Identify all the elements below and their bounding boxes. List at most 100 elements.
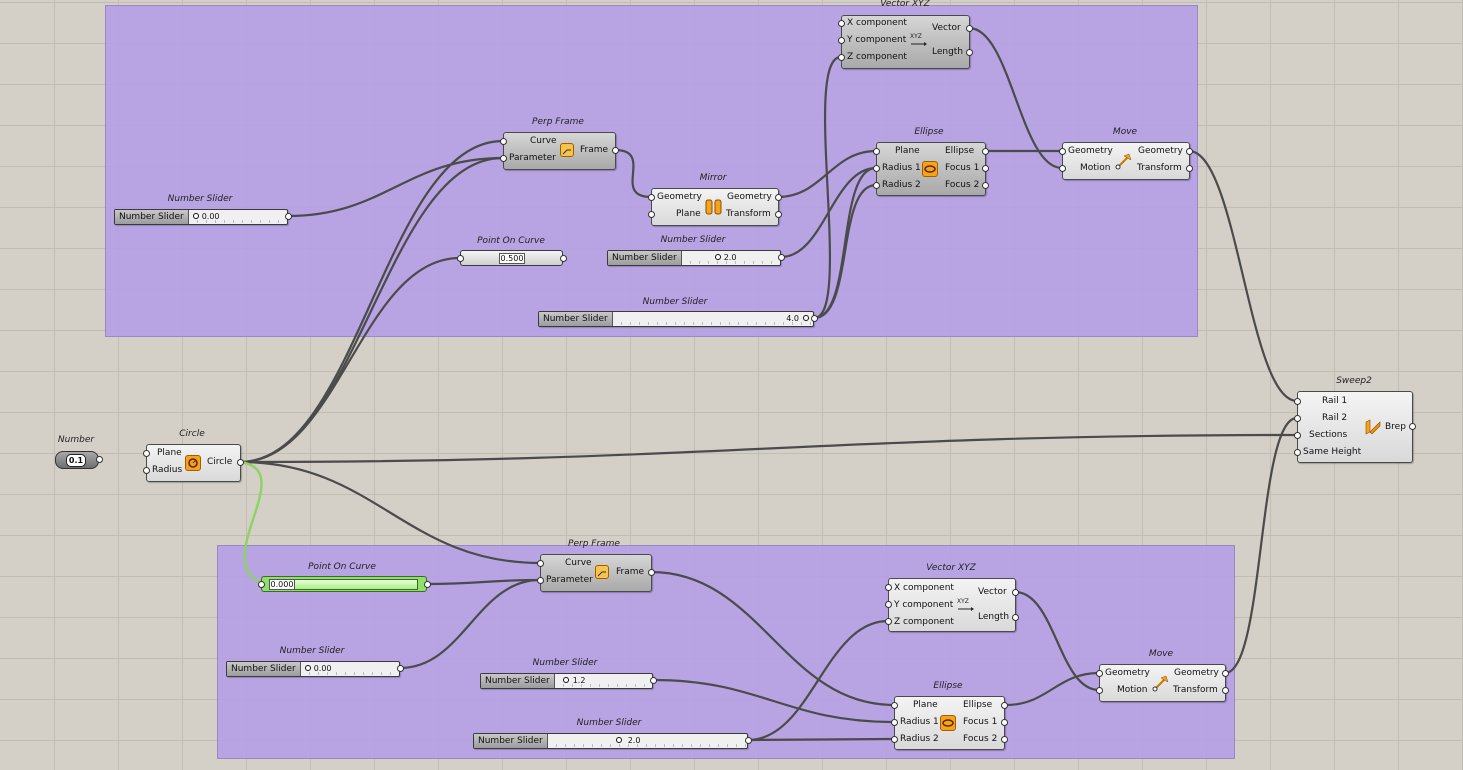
circle-component[interactable]: Plane Radius Circle: [146, 444, 241, 482]
port-circle-out[interactable]: [237, 459, 244, 466]
group-top[interactable]: [105, 5, 1198, 337]
mirror-component[interactable]: Geometry Plane Geometry Transform: [651, 188, 779, 226]
ellipse-component[interactable]: Plane Radius 1 Radius 2 Ellipse Focus 1 …: [876, 142, 986, 196]
point-on-curve[interactable]: 0.000: [261, 576, 427, 592]
port-geometry-in[interactable]: [648, 194, 655, 201]
vector-xyz-component[interactable]: X component Y component Z component Vect…: [888, 578, 1016, 632]
port-radius1-in[interactable]: [891, 719, 898, 726]
port-transform-out[interactable]: [775, 211, 782, 218]
port-y-component[interactable]: [885, 601, 892, 608]
number-slider[interactable]: Number Slider 1.2: [480, 673, 653, 689]
point-on-curve[interactable]: 0.500: [460, 250, 563, 266]
port-x-component[interactable]: [838, 20, 845, 27]
port-brep-out[interactable]: [1409, 423, 1416, 430]
slider-track[interactable]: 4.0: [612, 312, 813, 326]
port-vector-out[interactable]: [1012, 589, 1019, 596]
port-plane-in[interactable]: [143, 450, 150, 457]
port-x-component[interactable]: [885, 584, 892, 591]
port-motion-in[interactable]: [1059, 165, 1066, 172]
perp-frame-component[interactable]: Curve Parameter Frame: [540, 554, 652, 592]
perp-frame-component[interactable]: Curve Parameter Frame: [503, 132, 616, 170]
port-slider-out[interactable]: [745, 737, 752, 744]
port-radius1-in[interactable]: [873, 165, 880, 172]
port-slider-out[interactable]: [778, 254, 785, 261]
port-rail2-in[interactable]: [1294, 415, 1301, 422]
slider-knob[interactable]: [304, 665, 311, 671]
port-geometry-out[interactable]: [775, 194, 782, 201]
port-same-height-in[interactable]: [1294, 449, 1301, 456]
sweep2-component[interactable]: Rail 1 Rail 2 Sections Same Height Brep: [1297, 391, 1413, 463]
port-focus2-out[interactable]: [982, 182, 989, 189]
slider-knob[interactable]: [562, 677, 569, 683]
port-parameter-in[interactable]: [537, 577, 544, 584]
output-label: Transform: [1173, 685, 1218, 695]
ellipse-component[interactable]: Plane Radius 1 Radius 2 Ellipse Focus 1 …: [894, 696, 1005, 750]
port-geometry-in[interactable]: [1096, 670, 1103, 677]
port-transform-out[interactable]: [1186, 165, 1193, 172]
port-ellipse-out[interactable]: [982, 148, 989, 155]
port-geometry-out[interactable]: [1222, 670, 1229, 677]
port-poc-in[interactable]: [457, 255, 464, 262]
port-slider-out[interactable]: [811, 315, 818, 322]
port-frame-out[interactable]: [612, 147, 619, 154]
port-plane-in[interactable]: [891, 702, 898, 709]
point-on-curve-value[interactable]: 0.500: [499, 253, 525, 264]
number-slider[interactable]: Number Slider 2.0: [607, 250, 781, 266]
port-rail1-in[interactable]: [1294, 398, 1301, 405]
slider-track[interactable]: 2.0: [681, 251, 780, 265]
port-plane-in[interactable]: [873, 148, 880, 155]
wire[interactable]: [1224, 416, 1298, 675]
port-slider-out[interactable]: [650, 677, 657, 684]
slider-knob[interactable]: [616, 737, 623, 743]
port-vector-out[interactable]: [966, 25, 973, 32]
port-number-out[interactable]: [96, 456, 103, 463]
vector-xyz-component[interactable]: X component Y component Z component Vect…: [841, 15, 970, 69]
number-slider[interactable]: Number Slider 4.0: [538, 311, 814, 327]
port-radius2-in[interactable]: [873, 182, 880, 189]
port-slider-out[interactable]: [397, 665, 404, 672]
port-length-out[interactable]: [966, 49, 973, 56]
number-slider[interactable]: Number Slider 0.00: [226, 661, 400, 677]
port-plane-in[interactable]: [648, 211, 655, 218]
port-sections-in[interactable]: [1294, 432, 1301, 439]
move-component[interactable]: Geometry Motion Geometry Transform: [1062, 142, 1190, 180]
port-frame-out[interactable]: [648, 569, 655, 576]
port-poc-out[interactable]: [424, 581, 431, 588]
slider-track[interactable]: 2.0: [547, 734, 747, 748]
port-focus1-out[interactable]: [982, 165, 989, 172]
point-on-curve-value[interactable]: 0.000: [269, 579, 295, 590]
port-curve-in[interactable]: [537, 560, 544, 567]
slider-track[interactable]: 0.00: [188, 210, 287, 224]
port-motion-in[interactable]: [1096, 687, 1103, 694]
input-label: Z component: [847, 52, 907, 62]
port-z-component[interactable]: [838, 54, 845, 61]
port-z-component[interactable]: [885, 618, 892, 625]
port-parameter-in[interactable]: [500, 155, 507, 162]
slider-track[interactable]: 1.2: [554, 674, 652, 688]
perp-frame-icon: [595, 565, 609, 579]
port-ellipse-out[interactable]: [1001, 702, 1008, 709]
wire[interactable]: [239, 433, 1298, 464]
number-param[interactable]: 0.1: [55, 451, 99, 469]
port-poc-in[interactable]: [258, 581, 265, 588]
slider-track[interactable]: 0.00: [300, 662, 399, 676]
number-slider[interactable]: Number Slider 2.0: [473, 733, 748, 749]
port-geometry-out[interactable]: [1186, 148, 1193, 155]
slider-knob[interactable]: [192, 213, 199, 219]
port-slider-out[interactable]: [285, 213, 292, 220]
wire[interactable]: [1188, 149, 1298, 403]
slider-knob[interactable]: [802, 315, 809, 321]
port-y-component[interactable]: [838, 37, 845, 44]
port-geometry-in[interactable]: [1059, 148, 1066, 155]
move-component[interactable]: Geometry Motion Geometry Transform: [1099, 664, 1226, 702]
port-curve-in[interactable]: [500, 138, 507, 145]
port-length-out[interactable]: [1012, 614, 1019, 621]
port-radius2-in[interactable]: [891, 736, 898, 743]
port-transform-out[interactable]: [1222, 687, 1229, 694]
port-focus1-out[interactable]: [1001, 719, 1008, 726]
number-slider[interactable]: Number Slider 0.00: [114, 209, 288, 225]
slider-knob[interactable]: [715, 254, 722, 260]
port-radius-in[interactable]: [143, 467, 150, 474]
port-poc-out[interactable]: [560, 255, 567, 262]
port-focus2-out[interactable]: [1001, 736, 1008, 743]
